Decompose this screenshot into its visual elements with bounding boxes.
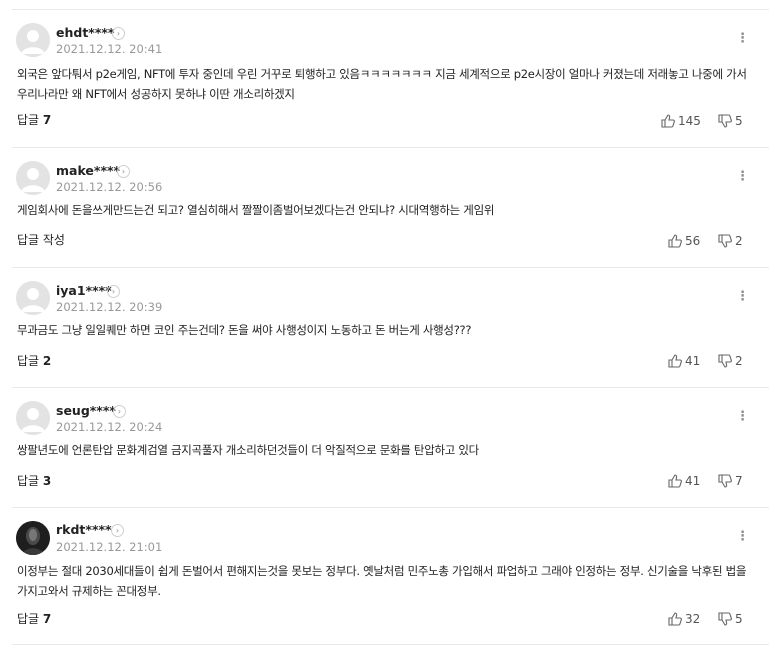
reply-button[interactable]: 답글 7 (17, 112, 51, 128)
comment-date: 2021.12.12. 21:01 (56, 540, 163, 554)
like-button[interactable]: 32 (668, 611, 700, 627)
like-count: 56 (685, 234, 701, 248)
dislike-count: 2 (735, 234, 743, 248)
thumbs-down-icon (718, 474, 732, 488)
dislike-count: 7 (735, 474, 743, 488)
more-vertical-icon[interactable]: ⋮ (736, 529, 749, 545)
more-vertical-icon[interactable]: ⋮ (736, 409, 749, 425)
more-vertical-icon[interactable]: ⋮ (736, 169, 749, 185)
chevron-right-icon[interactable]: › (117, 165, 130, 178)
reply-label: 답글 (17, 113, 40, 127)
like-count: 41 (685, 354, 701, 368)
like-button[interactable]: 145 (661, 113, 701, 129)
comment-date: 2021.12.12. 20:41 (56, 42, 163, 56)
comment-date: 2021.12.12. 20:56 (56, 180, 163, 194)
comment-date: 2021.12.12. 20:24 (56, 420, 163, 434)
comment-divider (12, 387, 769, 388)
dislike-count: 2 (735, 354, 743, 368)
avatar[interactable] (16, 401, 50, 435)
like-count: 32 (685, 612, 701, 626)
reply-label: 답글 (17, 354, 40, 368)
thumbs-down-icon (718, 234, 732, 248)
comment-divider (12, 267, 769, 268)
reply-button[interactable]: 답글 작성 (17, 232, 65, 248)
dislike-button[interactable]: 5 (718, 611, 743, 627)
reply-count: 7 (42, 612, 52, 626)
reply-count: 7 (42, 113, 52, 127)
thumbs-down-icon (718, 114, 732, 128)
like-count: 41 (685, 474, 701, 488)
thumbs-up-icon (668, 612, 682, 626)
avatar[interactable] (16, 161, 50, 195)
thumbs-up-icon (668, 234, 682, 248)
comment-divider (12, 644, 769, 645)
reply-button[interactable]: 답글 7 (17, 611, 51, 627)
like-button[interactable]: 41 (668, 353, 700, 369)
comment-divider (12, 507, 769, 508)
dislike-button[interactable]: 2 (718, 353, 743, 369)
reply-label: 답글 (17, 612, 40, 626)
comment-text: 무과금도 그냥 일일퀘만 하면 코인 주는건데? 돈을 써야 사행성이지 노동하… (17, 323, 472, 337)
chevron-right-icon[interactable]: › (111, 524, 124, 537)
avatar[interactable] (16, 281, 50, 315)
reply-button[interactable]: 답글 2 (17, 353, 51, 369)
thumbs-down-icon (718, 354, 732, 368)
chevron-right-icon[interactable]: › (112, 27, 125, 40)
dislike-count: 5 (735, 612, 743, 626)
top-divider (12, 9, 769, 10)
comment-text: 외국은 앞다퉈서 p2e게임, NFT에 투자 중인데 우린 거꾸로 퇴행하고 … (17, 67, 747, 101)
thumbs-up-icon (661, 114, 675, 128)
nickname[interactable]: iya1**** (56, 283, 112, 299)
dislike-button[interactable]: 5 (718, 113, 743, 129)
more-vertical-icon[interactable]: ⋮ (736, 289, 749, 305)
reply-count: 3 (42, 474, 52, 488)
dislike-button[interactable]: 2 (718, 233, 743, 249)
thumbs-up-icon (668, 474, 682, 488)
like-button[interactable]: 56 (668, 233, 700, 249)
comment-text: 쌍팔년도에 언론탄압 문화계검열 금지곡풀자 개소리하던것들이 더 악질적으로 … (17, 443, 479, 457)
thumbs-down-icon (718, 612, 732, 626)
like-button[interactable]: 41 (668, 473, 700, 489)
nickname[interactable]: make**** (56, 163, 120, 179)
avatar[interactable] (16, 23, 50, 57)
dislike-count: 5 (735, 114, 743, 128)
chevron-right-icon[interactable]: › (107, 285, 120, 298)
nickname[interactable]: seug**** (56, 403, 116, 419)
comment-divider (12, 147, 769, 148)
comment-date: 2021.12.12. 20:39 (56, 300, 163, 314)
nickname[interactable]: ehdt**** (56, 25, 114, 41)
like-count: 145 (678, 114, 701, 128)
reply-label: 답글 (17, 474, 40, 488)
avatar[interactable] (16, 521, 50, 555)
chevron-right-icon[interactable]: › (113, 405, 126, 418)
reply-button[interactable]: 답글 3 (17, 473, 51, 489)
dislike-button[interactable]: 7 (718, 473, 743, 489)
nickname[interactable]: rkdt**** (56, 522, 112, 538)
thumbs-up-icon (668, 354, 682, 368)
reply-count: 2 (42, 354, 52, 368)
more-vertical-icon[interactable]: ⋮ (736, 31, 749, 47)
comment-text: 이정부는 절대 2030세대들이 쉽게 돈벌어서 편해지는것을 못보는 정부다.… (17, 564, 747, 598)
reply-label: 답글 작성 (17, 233, 65, 247)
comment-text: 게임회사에 돈을쓰게만드는건 되고? 열심히해서 짤짤이좀벌어보겠다는건 안되냐… (17, 203, 495, 217)
